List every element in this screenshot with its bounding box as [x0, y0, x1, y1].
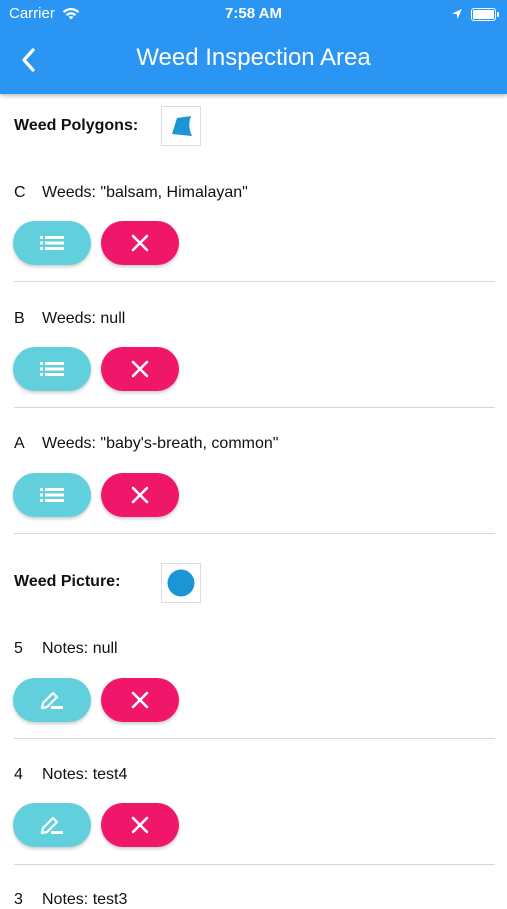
- picture-record-line: 4 Notes: test4: [14, 766, 127, 784]
- list-icon: [40, 362, 64, 376]
- view-details-button[interactable]: [13, 347, 91, 391]
- record-id: B: [14, 310, 25, 327]
- view-details-button[interactable]: [13, 473, 91, 517]
- record-value: null: [100, 310, 126, 327]
- record-field: Weeds:: [42, 435, 96, 452]
- divider: [14, 864, 495, 865]
- page-title: Weed Inspection Area: [136, 44, 371, 71]
- delete-button[interactable]: [101, 221, 179, 265]
- record-value: "baby's-breath, common": [100, 435, 279, 452]
- polygon-icon: [172, 116, 192, 136]
- edit-icon: [40, 816, 63, 835]
- clock: 7:58 AM: [225, 5, 282, 22]
- view-details-button[interactable]: [13, 221, 91, 265]
- polygon-record-line: A Weeds: "baby's-breath, common": [14, 435, 278, 453]
- record-id: A: [14, 435, 25, 452]
- app-header: Carrier 7:58 AM Weed Inspection Area: [0, 0, 507, 94]
- divider: [14, 407, 495, 408]
- record-value: null: [92, 640, 118, 657]
- delete-button[interactable]: [101, 803, 179, 847]
- delete-button[interactable]: [101, 678, 179, 722]
- list-icon: [40, 488, 64, 502]
- polygon-record-line: C Weeds: "balsam, Himalayan": [14, 184, 248, 202]
- polygon-record-line: B Weeds: null: [14, 310, 125, 328]
- record-field: Weeds:: [42, 310, 96, 327]
- record-id: 4: [14, 766, 23, 783]
- delete-button[interactable]: [101, 347, 179, 391]
- picture-record-line: 3 Notes: test3: [14, 891, 127, 909]
- record-id: C: [14, 184, 26, 201]
- record-field: Notes:: [42, 766, 89, 783]
- weed-polygon-thumbnail[interactable]: [161, 106, 201, 146]
- weed-picture-label: Weed Picture:: [14, 573, 121, 590]
- record-value: test4: [92, 766, 128, 783]
- divider: [14, 738, 495, 739]
- close-icon: [131, 360, 149, 378]
- record-value: "balsam, Himalayan": [100, 184, 248, 201]
- battery-icon: [471, 8, 499, 21]
- delete-button[interactable]: [101, 473, 179, 517]
- picture-record-line: 5 Notes: null: [14, 640, 118, 658]
- edit-button[interactable]: [13, 678, 91, 722]
- edit-button[interactable]: [13, 803, 91, 847]
- location-arrow-icon: [451, 7, 463, 24]
- record-id: 3: [14, 891, 23, 908]
- close-icon: [131, 486, 149, 504]
- record-id: 5: [14, 640, 23, 657]
- weed-polygons-label: Weed Polygons:: [14, 117, 139, 134]
- close-icon: [131, 234, 149, 252]
- status-bar: Carrier 7:58 AM: [0, 5, 507, 25]
- close-icon: [131, 816, 149, 834]
- divider: [14, 281, 495, 282]
- record-field: Notes:: [42, 640, 89, 657]
- list-icon: [40, 236, 64, 250]
- point-icon: [167, 569, 195, 597]
- edit-icon: [40, 691, 63, 710]
- close-icon: [131, 691, 149, 709]
- weed-picture-thumbnail[interactable]: [161, 563, 201, 603]
- divider: [14, 533, 495, 534]
- record-field: Weeds:: [42, 184, 96, 201]
